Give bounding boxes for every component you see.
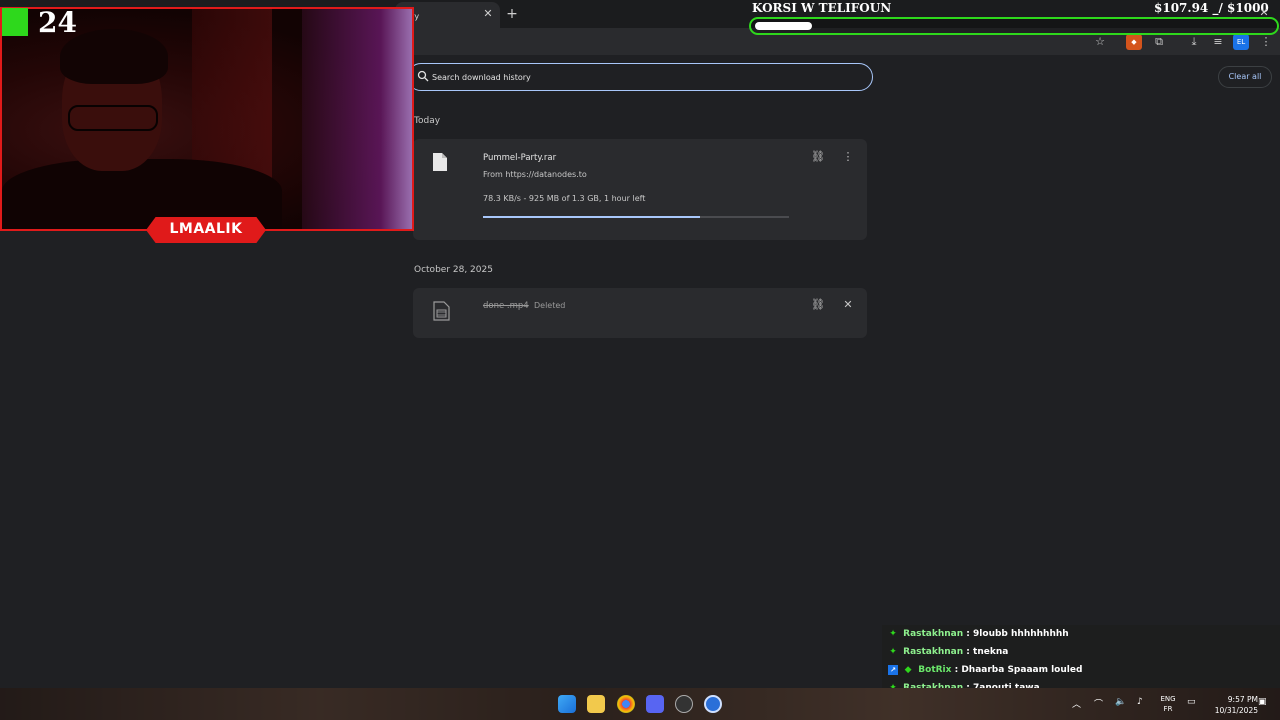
window-close-icon[interactable]: ✕ bbox=[1256, 5, 1272, 21]
extension-fox-icon[interactable]: ◆ bbox=[1126, 34, 1142, 50]
streamer-name: LMAALIK bbox=[169, 221, 243, 237]
volume-icon[interactable]: 🔈 bbox=[1115, 697, 1126, 707]
chat-text: 9loubb hhhhhhhhh bbox=[973, 629, 1069, 639]
search-input[interactable] bbox=[432, 68, 852, 86]
chat-message: ↗ ◆ BotRix : Dhaarba Spaaam louled bbox=[882, 661, 1280, 679]
goal-progress-bar bbox=[749, 17, 1279, 35]
search-icon bbox=[417, 70, 429, 82]
chat-text: Dhaarba Spaaam louled bbox=[961, 665, 1083, 675]
taskbar bbox=[0, 688, 1280, 720]
chat-badge-icon: ◆ bbox=[904, 664, 912, 675]
file-name[interactable]: Pummel-Party.rar bbox=[483, 153, 556, 163]
bot-badge-icon: ↗ bbox=[888, 664, 898, 675]
kick-counter: 24 bbox=[38, 6, 77, 39]
bookmark-star-icon[interactable]: ☆ bbox=[1092, 34, 1108, 50]
chat-message: ✦ Rastakhnan : 9loubb hhhhhhhhh bbox=[882, 625, 1280, 643]
file-source: From https://datanodes.to bbox=[483, 170, 587, 179]
goal-progress-fill bbox=[755, 22, 812, 30]
browser-menu-icon[interactable]: ⋮ bbox=[1258, 34, 1274, 50]
discord-icon[interactable] bbox=[646, 695, 664, 713]
more-options-icon[interactable]: ⋮ bbox=[840, 149, 856, 165]
download-item-active[interactable]: Pummel-Party.rar From https://datanodes.… bbox=[413, 139, 867, 240]
chat-username: Rastakhnan bbox=[903, 647, 964, 657]
headset-icon[interactable]: ⌒ bbox=[1094, 697, 1103, 710]
download-progress-fill bbox=[483, 216, 701, 218]
extensions-puzzle-icon[interactable]: ⧉ bbox=[1151, 34, 1167, 50]
goal-amount: $107.94 _/ $1000 bbox=[1154, 1, 1269, 15]
screen: tory ✕ + ☆ ◆ ⧉ ⤓ ≡ EL ⋮ Clear all Today … bbox=[0, 0, 1280, 720]
goal-title: KORSI W TELIFOUN bbox=[752, 1, 892, 15]
chat-badge-icon: ✦ bbox=[889, 646, 897, 657]
clock-date: 10/31/2025 bbox=[1214, 706, 1258, 715]
tab-close-icon[interactable]: ✕ bbox=[480, 6, 496, 22]
download-progress-bar bbox=[483, 216, 789, 218]
microphone-icon[interactable]: ♪ bbox=[1137, 697, 1143, 707]
system-clock[interactable]: 9:57 PM 10/31/2025 bbox=[1206, 694, 1258, 716]
deleted-file-name: done .mp4 bbox=[483, 301, 529, 311]
chat-badge-icon: ✦ bbox=[889, 628, 897, 639]
reading-list-icon[interactable]: ≡ bbox=[1210, 34, 1226, 50]
file-explorer-icon[interactable] bbox=[587, 695, 605, 713]
chat-text: tnekna bbox=[973, 647, 1009, 657]
date-heading-past: October 28, 2025 bbox=[414, 265, 493, 275]
obs-icon[interactable] bbox=[675, 695, 693, 713]
chat-overlay: ✦ Rastakhnan : 9loubb hhhhhhhhh ✦ Rastak… bbox=[882, 625, 1280, 697]
chat-message: ✦ Rastakhnan : tnekna bbox=[882, 643, 1280, 661]
chrome-icon[interactable] bbox=[617, 695, 635, 713]
new-tab-button[interactable]: + bbox=[503, 5, 521, 23]
kick-logo-icon bbox=[2, 8, 28, 36]
download-status: 78.3 KB/s - 925 MB of 1.3 GB, 1 hour lef… bbox=[483, 194, 646, 203]
deleted-status: Deleted bbox=[534, 301, 566, 310]
profile-avatar-icon[interactable]: EL bbox=[1233, 34, 1249, 50]
download-item-deleted: done .mp4 Deleted ⛓ ✕ bbox=[413, 288, 867, 338]
download-search[interactable] bbox=[407, 63, 873, 91]
app-icon[interactable] bbox=[704, 695, 722, 713]
copy-link-icon[interactable]: ⛓ bbox=[810, 297, 826, 313]
downloads-icon[interactable]: ⤓ bbox=[1186, 34, 1202, 50]
webcam-overlay bbox=[0, 7, 414, 231]
remove-close-icon[interactable]: ✕ bbox=[840, 297, 856, 313]
file-icon bbox=[433, 153, 447, 171]
copy-link-icon[interactable]: ⛓ bbox=[810, 149, 826, 165]
video-file-icon bbox=[433, 301, 450, 321]
glasses bbox=[68, 105, 158, 131]
clock-time: 9:57 PM bbox=[1227, 695, 1258, 704]
display-icon[interactable]: ▭ bbox=[1187, 697, 1196, 707]
tray-chevron-icon[interactable]: ︿ bbox=[1072, 697, 1081, 710]
notification-icon[interactable]: ▣ bbox=[1258, 697, 1267, 707]
chat-username: BotRix bbox=[918, 665, 952, 675]
language-indicator[interactable]: ENG FR bbox=[1156, 694, 1180, 714]
chat-username: Rastakhnan bbox=[903, 629, 964, 639]
date-heading-today: Today bbox=[414, 116, 441, 126]
clear-all-button[interactable]: Clear all bbox=[1218, 66, 1272, 88]
start-windows-icon[interactable] bbox=[558, 695, 576, 713]
